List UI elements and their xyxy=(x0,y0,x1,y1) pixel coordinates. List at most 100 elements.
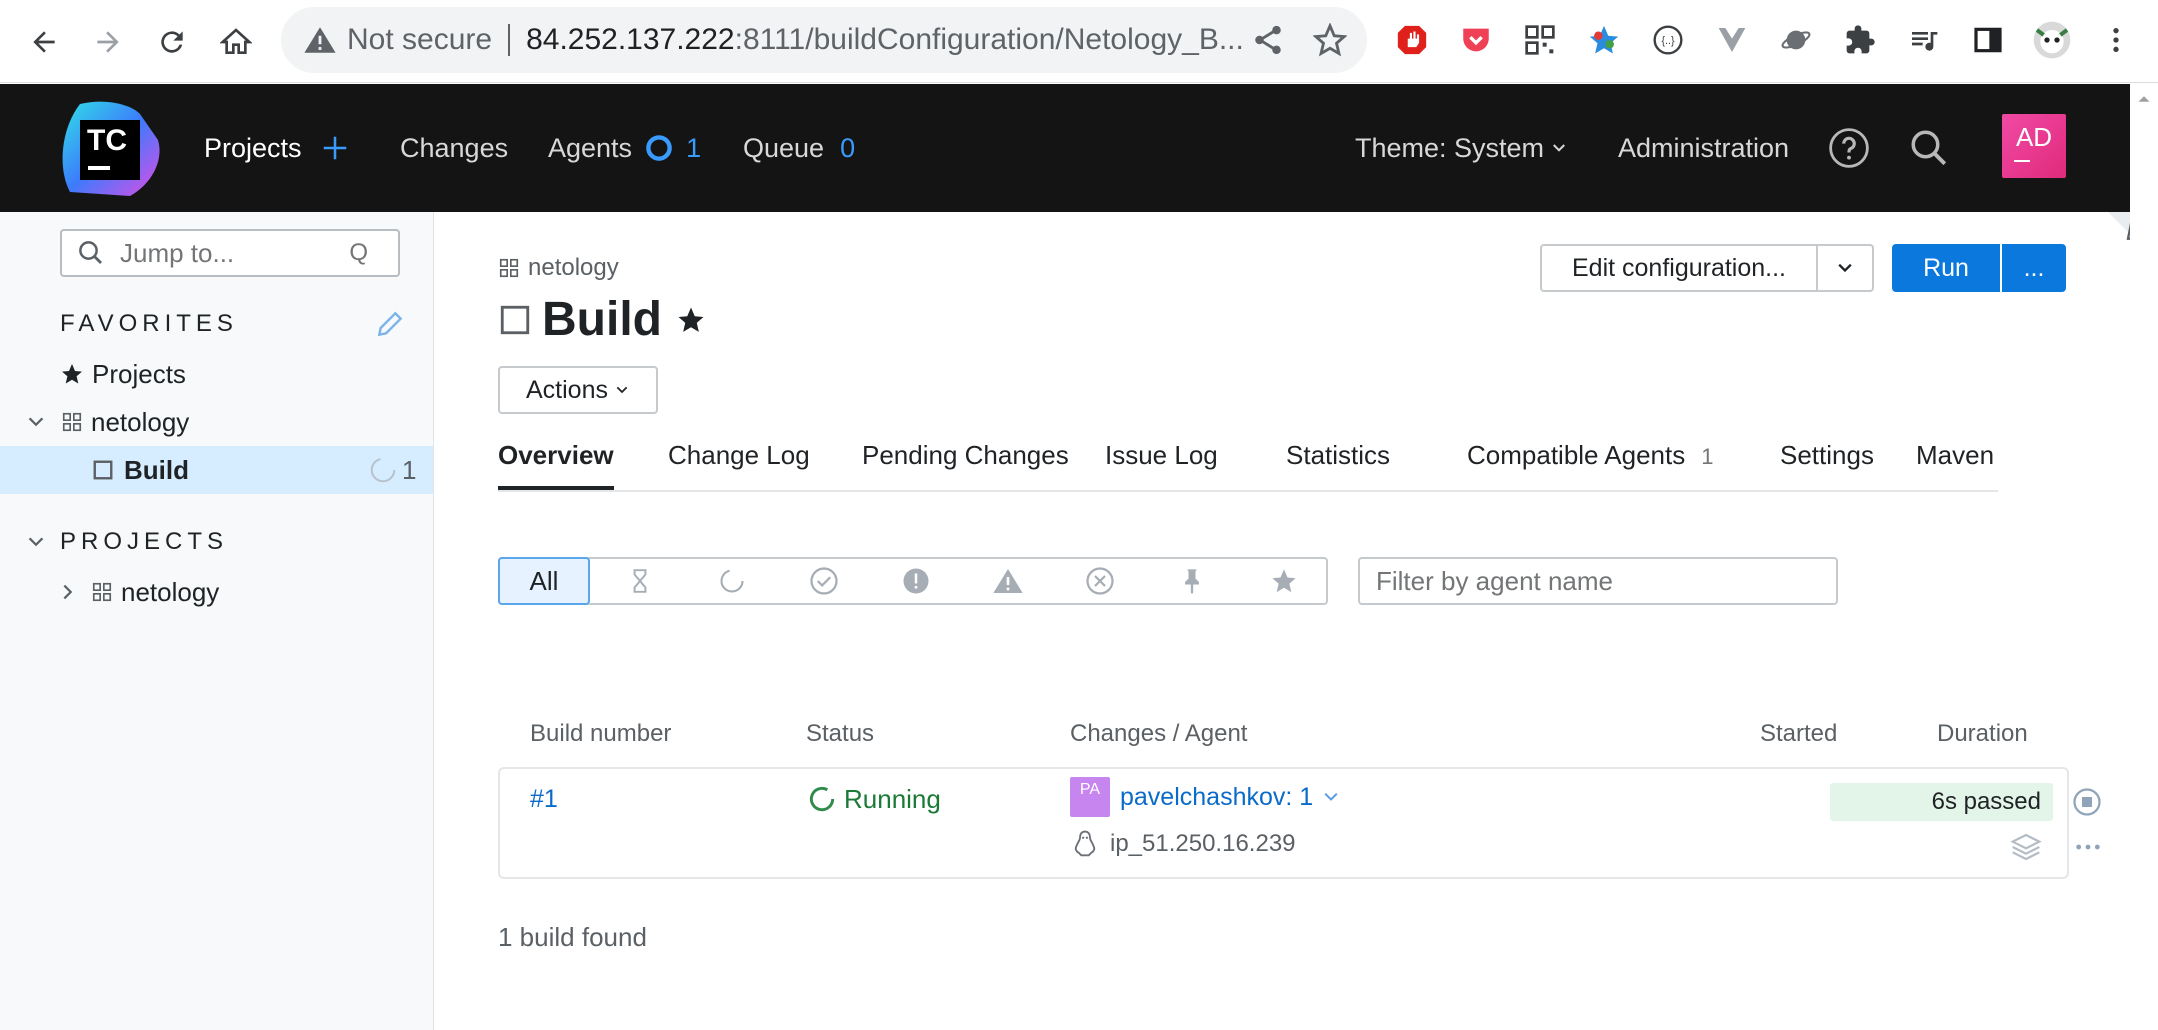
nav-projects[interactable]: Projects xyxy=(204,84,350,212)
qr-extension-icon[interactable] xyxy=(1520,20,1560,60)
edit-config-dropdown[interactable] xyxy=(1816,244,1874,292)
filter-all-button[interactable]: All xyxy=(498,557,590,605)
layers-icon[interactable] xyxy=(2010,831,2042,863)
projects-section-header[interactable]: PROJECTS xyxy=(0,518,433,566)
agents-count: 1 xyxy=(686,132,702,163)
scroll-up-arrow-icon[interactable] xyxy=(2130,88,2158,110)
vue-extension-icon[interactable] xyxy=(1712,20,1752,60)
favorites-title: FAVORITES xyxy=(60,310,238,337)
scrollbar[interactable] xyxy=(2130,84,2158,1030)
browser-menu-icon[interactable] xyxy=(2096,20,2136,60)
build-status: Running xyxy=(806,783,941,815)
teamcity-header: TC Projects Changes Agents 1 Queue 0 The… xyxy=(0,84,2158,212)
separator xyxy=(508,24,511,56)
browser-toolbar: Not secure 84.252.137.222:8111/buildConf… xyxy=(0,0,2158,83)
side-panel-icon[interactable] xyxy=(1968,20,2008,60)
tab-issue-log[interactable]: Issue Log xyxy=(1105,440,1218,490)
extensions-puzzle-icon[interactable] xyxy=(1840,20,1880,60)
reload-icon[interactable] xyxy=(148,18,196,66)
agent-name[interactable]: ip_51.250.16.239 xyxy=(1110,830,1296,858)
edit-configuration-button[interactable]: Edit configuration... xyxy=(1540,244,1818,292)
sidebar-item-netology-fav[interactable]: netology xyxy=(0,398,433,446)
tab-label: Compatible Agents xyxy=(1467,440,1686,470)
actions-button[interactable]: Actions xyxy=(498,366,658,414)
build-number-link[interactable]: #1 xyxy=(530,785,558,814)
planet-extension-icon[interactable] xyxy=(1776,20,1816,60)
success-check-icon[interactable] xyxy=(778,557,870,605)
nav-queue[interactable]: Queue 0 xyxy=(743,84,855,212)
tab-maven[interactable]: Maven xyxy=(1916,440,1994,490)
user-avatar[interactable]: AD xyxy=(2002,114,2066,178)
agent-filter-input[interactable]: Filter by agent name xyxy=(1358,557,1838,605)
nav-administration[interactable]: Administration xyxy=(1618,84,1789,212)
tab-settings[interactable]: Settings xyxy=(1780,440,1874,490)
json-extension-icon[interactable]: {..} xyxy=(1648,20,1688,60)
running-spinner-icon xyxy=(370,457,396,483)
bookmark-star-icon[interactable] xyxy=(1313,23,1347,57)
theme-label[interactable]: Theme: System xyxy=(1355,133,1544,164)
nav-changes-label[interactable]: Changes xyxy=(400,133,508,164)
tab-compatible-agents[interactable]: Compatible Agents 1 xyxy=(1467,440,1714,490)
stop-build-icon[interactable] xyxy=(2072,787,2102,817)
chevron-down-icon[interactable] xyxy=(1321,787,1341,807)
home-icon[interactable] xyxy=(212,18,260,66)
hourglass-icon[interactable] xyxy=(594,557,686,605)
favorite-star-icon[interactable] xyxy=(676,305,706,335)
header-duration: Duration xyxy=(1937,720,2028,747)
pin-icon[interactable] xyxy=(1146,557,1238,605)
nav-admin-label[interactable]: Administration xyxy=(1618,133,1789,164)
nav-agents-label[interactable]: Agents xyxy=(548,133,632,164)
tab-change-log[interactable]: Change Log xyxy=(668,440,810,490)
media-queue-icon[interactable] xyxy=(1904,20,1944,60)
tab-pending-changes[interactable]: Pending Changes xyxy=(862,440,1069,490)
forward-arrow-icon[interactable] xyxy=(84,18,132,66)
breadcrumb[interactable]: netology xyxy=(498,254,619,282)
run-label: Run xyxy=(1923,253,1969,282)
nav-queue-label[interactable]: Queue xyxy=(743,133,824,164)
theme-selector[interactable]: Theme: System xyxy=(1355,84,1568,212)
color-extension-icon[interactable] xyxy=(1584,20,1624,60)
more-options-icon[interactable] xyxy=(2072,831,2104,863)
sidebar-item-build[interactable]: Build 1 xyxy=(0,446,433,494)
teamcity-logo[interactable]: TC xyxy=(60,100,160,200)
nav-changes[interactable]: Changes xyxy=(400,84,508,212)
adblock-extension-icon[interactable] xyxy=(1392,20,1432,60)
chevron-down-icon[interactable] xyxy=(25,411,47,433)
builds-found-count: 1 build found xyxy=(498,922,647,952)
edit-pencil-icon[interactable] xyxy=(374,308,406,340)
project-grid-icon xyxy=(92,582,112,602)
error-exclamation-icon[interactable] xyxy=(870,557,962,605)
address-bar[interactable]: Not secure 84.252.137.222:8111/buildConf… xyxy=(281,7,1367,73)
warning-triangle-icon[interactable] xyxy=(962,557,1054,605)
share-icon[interactable] xyxy=(1251,23,1285,57)
sidebar-item-netology[interactable]: netology xyxy=(0,568,433,616)
add-project-icon[interactable] xyxy=(320,133,350,163)
changes-text[interactable]: pavelchashkov: 1 xyxy=(1120,783,1313,812)
header-build-number: Build number xyxy=(530,720,672,747)
breadcrumb-project[interactable]: netology xyxy=(528,254,619,282)
star-icon[interactable] xyxy=(1238,557,1330,605)
running-spinner-icon[interactable] xyxy=(686,557,778,605)
cancelled-x-icon[interactable] xyxy=(1054,557,1146,605)
nav-projects-label[interactable]: Projects xyxy=(204,133,302,164)
run-options-button[interactable]: ... xyxy=(2002,244,2066,292)
chevron-down-icon[interactable] xyxy=(25,531,47,553)
chevron-down-icon xyxy=(1838,263,1852,273)
profile-avatar-icon[interactable] xyxy=(2032,20,2072,60)
chevron-right-icon[interactable] xyxy=(57,581,79,603)
search-icon[interactable] xyxy=(1908,84,1950,212)
nav-agents[interactable]: Agents 1 xyxy=(548,84,701,212)
help-icon[interactable] xyxy=(1828,84,1870,212)
sidebar-item-label: netology xyxy=(91,406,190,437)
agent-link[interactable]: ip_51.250.16.239 xyxy=(1070,829,1296,859)
tab-overview[interactable]: Overview xyxy=(498,440,614,490)
changes-link[interactable]: PA pavelchashkov: 1 xyxy=(1070,777,1341,817)
jump-to-placeholder: Jump to... xyxy=(120,237,235,268)
pocket-extension-icon[interactable] xyxy=(1456,20,1496,60)
tab-statistics[interactable]: Statistics xyxy=(1286,440,1390,490)
jump-to-input[interactable]: Jump to... Q xyxy=(60,229,400,277)
filter-all-label: All xyxy=(529,565,559,596)
run-button[interactable]: Run xyxy=(1892,244,2000,292)
back-arrow-icon[interactable] xyxy=(20,18,68,66)
sidebar-item-favorite-projects[interactable]: Projects xyxy=(0,350,433,398)
